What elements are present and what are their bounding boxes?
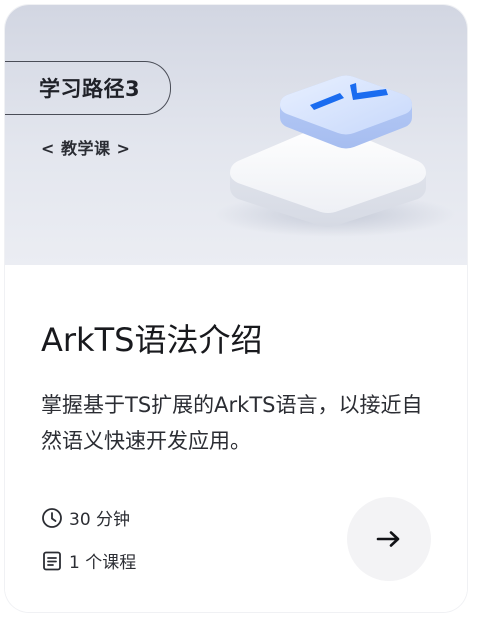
- course-title: ArkTS语法介绍: [41, 321, 263, 359]
- arrow-right-icon: [376, 531, 400, 547]
- learning-path-badge: 学习路径3: [5, 61, 172, 115]
- card-content: ArkTS语法介绍 掌握基于TS扩展的ArkTS语言，以接近自然语义快速开发应用…: [5, 265, 467, 612]
- duration-text: 30 分钟: [69, 510, 131, 530]
- open-course-button[interactable]: [347, 497, 431, 581]
- clock-icon: [42, 507, 62, 528]
- card-banner: 学习路径3 < 教学课 >: [5, 5, 467, 265]
- learning-path-label: 学习路径3: [39, 77, 141, 101]
- learning-path-card[interactable]: 学习路径3 < 教学课 > ArkTS语法介绍 掌握基于TS扩展的ArkTS语言…: [5, 5, 467, 612]
- course-count-row: 1 个课程: [41, 548, 136, 573]
- code-blocks-illustration: [215, 75, 455, 237]
- course-type-label: < 教学课 >: [41, 139, 131, 158]
- duration-row: 30 分钟: [41, 505, 130, 530]
- document-icon: [43, 551, 61, 570]
- course-count-text: 1 个课程: [69, 553, 137, 573]
- course-description: 掌握基于TS扩展的ArkTS语言，以接近自然语义快速开发应用。: [41, 393, 423, 453]
